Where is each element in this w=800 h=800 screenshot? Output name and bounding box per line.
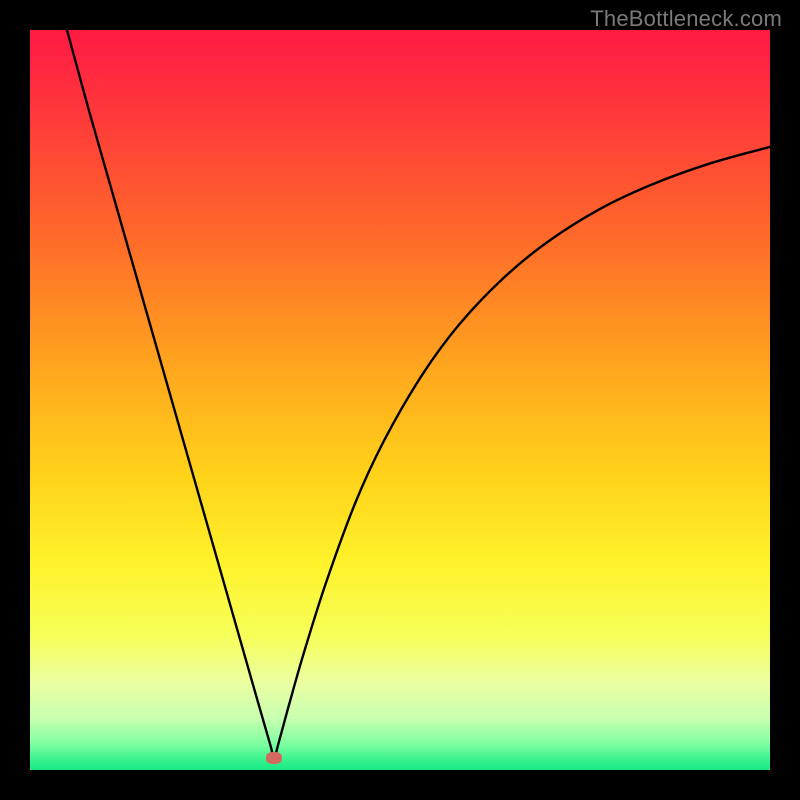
watermark-text: TheBottleneck.com — [590, 6, 782, 32]
minimum-marker-icon — [266, 752, 282, 764]
chart-frame: TheBottleneck.com — [0, 0, 800, 800]
bottleneck-curve — [30, 30, 770, 770]
plot-area — [30, 30, 770, 770]
